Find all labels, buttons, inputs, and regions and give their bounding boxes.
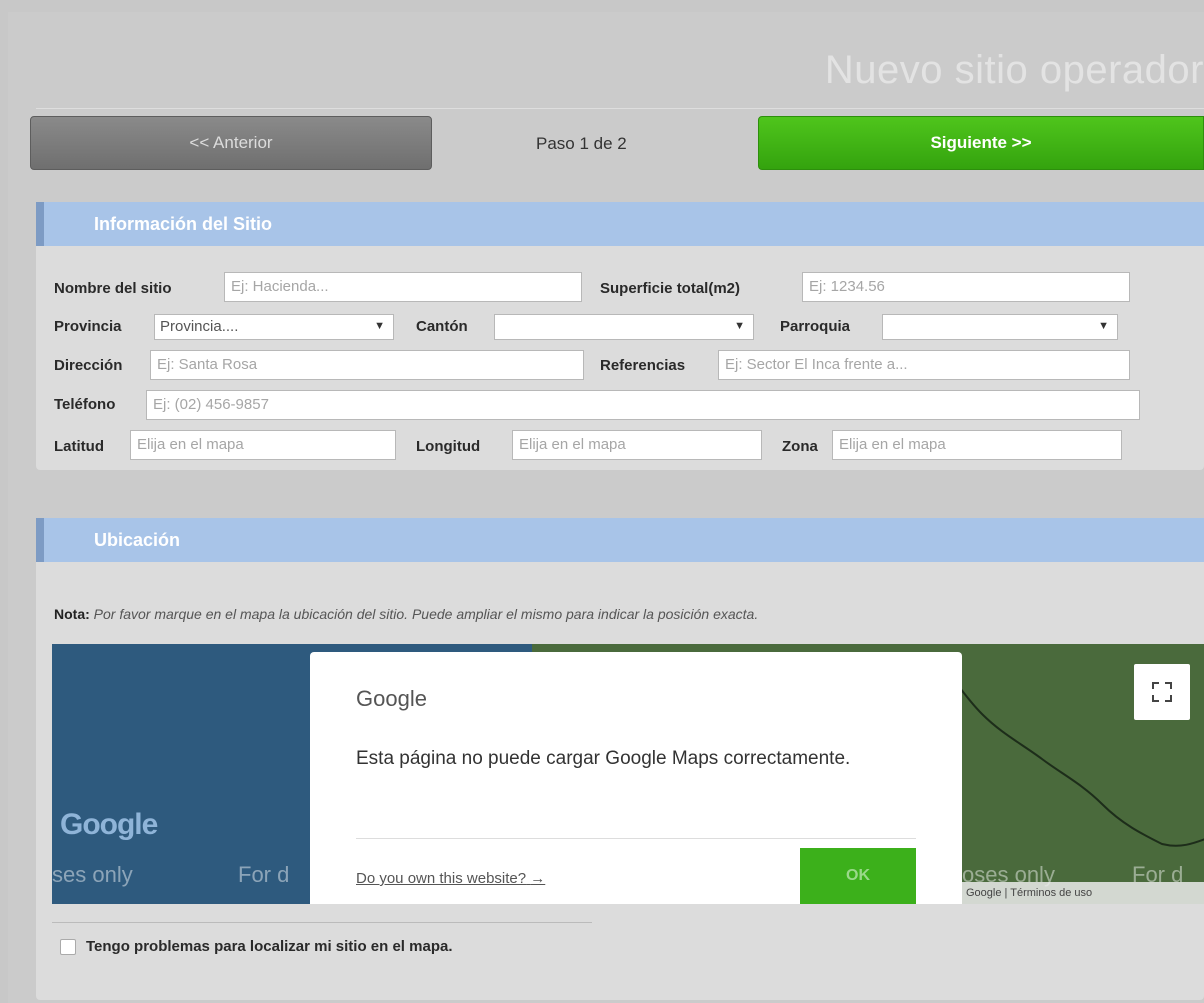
problem-checkbox-label[interactable]: Tengo problemas para localizar mi sitio … bbox=[86, 938, 453, 955]
canton-select[interactable]: ▼ bbox=[494, 314, 754, 340]
next-button[interactable]: Siguiente >> bbox=[758, 116, 1204, 170]
zone-label: Zona bbox=[782, 438, 818, 455]
phone-input[interactable]: Ej: (02) 456-9857 bbox=[146, 390, 1140, 420]
references-label: Referencias bbox=[600, 357, 686, 374]
longitude-label: Longitud bbox=[416, 438, 481, 455]
site-info-panel: Información del Sitio Nombre del sitio E… bbox=[36, 202, 1204, 470]
address-label: Dirección bbox=[54, 357, 123, 374]
previous-button[interactable]: << Anterior bbox=[30, 116, 432, 170]
parish-select[interactable]: ▼ bbox=[882, 314, 1118, 340]
province-value: Provincia.... bbox=[160, 318, 239, 335]
checkbox-divider bbox=[52, 922, 592, 923]
external-link-icon: → bbox=[530, 870, 546, 887]
site-name-label: Nombre del sitio bbox=[54, 280, 172, 297]
latitude-input[interactable]: Elija en el mapa bbox=[130, 430, 396, 460]
site-info-header: Información del Sitio bbox=[36, 202, 1204, 246]
title-divider bbox=[36, 108, 1204, 109]
dialog-brand: Google bbox=[356, 686, 427, 711]
location-note: Nota: Por favor marque en el mapa la ubi… bbox=[54, 606, 758, 622]
step-indicator: Paso 1 de 2 bbox=[536, 134, 627, 153]
dialog-ok-button[interactable]: OK bbox=[800, 848, 916, 904]
map[interactable]: ses only For d oses only For d Google Go… bbox=[52, 644, 1204, 904]
fullscreen-button[interactable] bbox=[1134, 664, 1190, 720]
parish-label: Parroquia bbox=[780, 318, 851, 335]
map-footer[interactable]: Google | Términos de uso bbox=[960, 882, 1204, 904]
own-website-link[interactable]: Do you own this website? → bbox=[356, 870, 545, 887]
surface-input[interactable]: Ej: 1234.56 bbox=[802, 272, 1130, 302]
page: Nuevo sitio operador << Anterior Paso 1 … bbox=[8, 12, 1204, 1003]
surface-label: Superficie total(m2) bbox=[600, 280, 741, 297]
dropdown-arrow-icon: ▼ bbox=[374, 320, 385, 332]
zone-input[interactable]: Elija en el mapa bbox=[832, 430, 1122, 460]
province-label: Provincia bbox=[54, 318, 122, 335]
location-header: Ubicación bbox=[36, 518, 1204, 562]
latitude-label: Latitud bbox=[54, 438, 104, 455]
dialog-divider bbox=[356, 838, 916, 839]
map-watermark: For d bbox=[238, 862, 290, 887]
map-watermark: ses only bbox=[52, 862, 133, 887]
dropdown-arrow-icon: ▼ bbox=[734, 320, 745, 332]
province-select[interactable]: Provincia.... ▼ bbox=[154, 314, 394, 340]
location-panel: Ubicación Nota: Por favor marque en el m… bbox=[36, 518, 1204, 1000]
problem-checkbox[interactable] bbox=[60, 939, 76, 955]
own-website-link-text: Do you own this website? bbox=[356, 870, 527, 887]
dialog-message: Esta página no puede cargar Google Maps … bbox=[356, 748, 851, 769]
address-input[interactable]: Ej: Santa Rosa bbox=[150, 350, 584, 380]
maps-error-dialog: Google Esta página no puede cargar Googl… bbox=[310, 652, 962, 904]
page-title: Nuevo sitio operador bbox=[824, 48, 1204, 92]
fullscreen-icon bbox=[1152, 682, 1172, 702]
phone-label: Teléfono bbox=[54, 396, 116, 413]
references-input[interactable]: Ej: Sector El Inca frente a... bbox=[718, 350, 1130, 380]
site-name-input[interactable]: Ej: Hacienda... bbox=[224, 272, 582, 302]
note-text: Por favor marque en el mapa la ubicación… bbox=[93, 606, 759, 622]
dropdown-arrow-icon: ▼ bbox=[1098, 320, 1109, 332]
canton-label: Cantón bbox=[416, 318, 468, 335]
note-label: Nota: bbox=[54, 606, 90, 622]
longitude-input[interactable]: Elija en el mapa bbox=[512, 430, 762, 460]
google-logo: Google bbox=[60, 808, 158, 841]
